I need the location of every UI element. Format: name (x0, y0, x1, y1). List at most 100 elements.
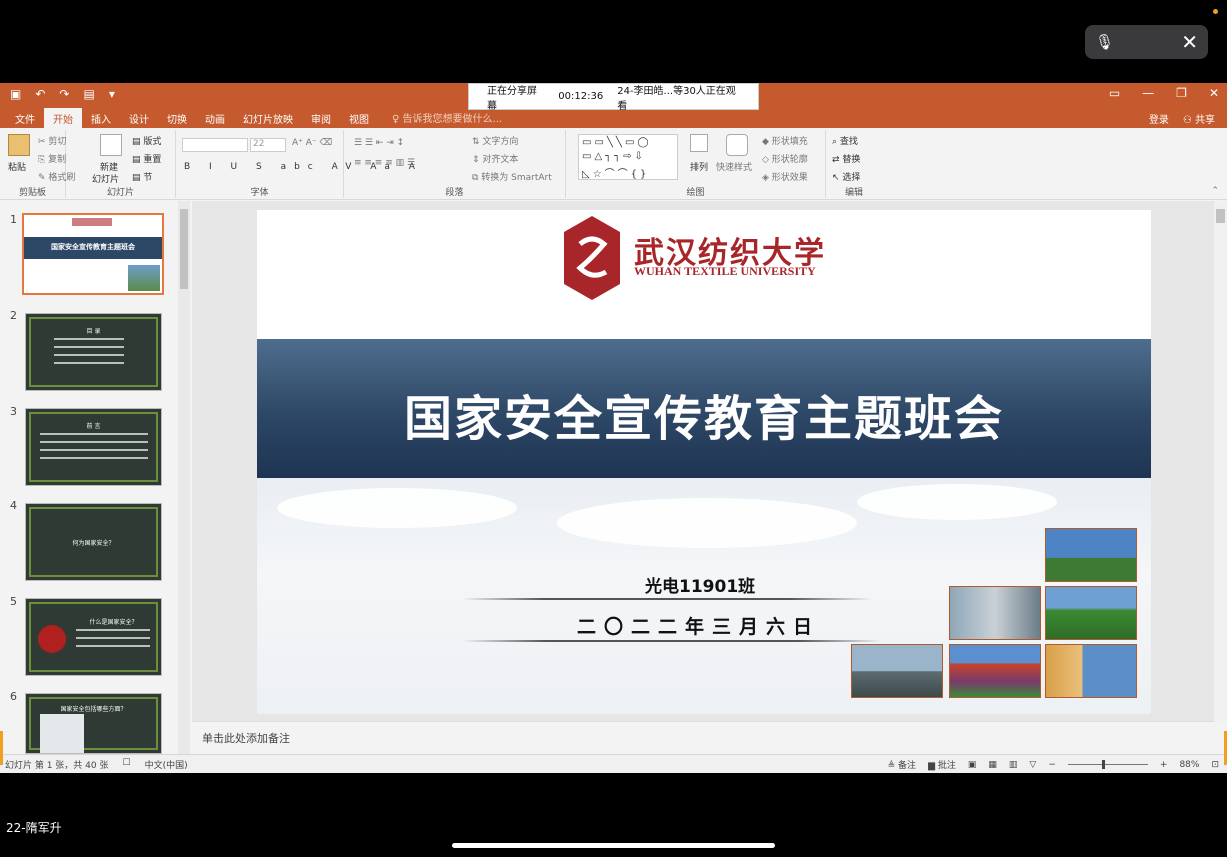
minimize-icon[interactable]: — (1142, 86, 1154, 100)
smartart-label: 转换为 SmartArt (481, 173, 552, 183)
shape-fill-label: 形状填充 (771, 137, 808, 147)
save-icon[interactable]: ▣ (10, 87, 21, 101)
find-button[interactable]: ⌕ 查找 (832, 134, 858, 147)
reset-button[interactable]: ▤ 重置 (132, 152, 161, 165)
slideshow-view-icon[interactable]: ▽ (1029, 760, 1036, 770)
collapse-ribbon-icon[interactable]: ⌃ (1211, 186, 1219, 196)
slide-thumbnail-3[interactable]: 前 言 (25, 408, 162, 486)
tab-file[interactable]: 文件 (6, 108, 44, 128)
notes-toggle[interactable]: ≜ 备注 (888, 758, 916, 771)
window-controls: ▭ — ❐ ✕ (1109, 86, 1219, 100)
quick-styles-button[interactable]: 快速样式 (716, 160, 752, 173)
slide-sorter-icon[interactable]: ▦ (988, 760, 997, 770)
shape-outline-button[interactable]: ◇ 形状轮廓 (762, 152, 808, 165)
notes-pane[interactable]: 单击此处添加备注 (192, 721, 1214, 754)
new-slide-button-line2[interactable]: 幻灯片 (92, 172, 119, 185)
shapes-row-2[interactable]: ▭△┐┐⇨⇩ (582, 151, 646, 162)
tab-design[interactable]: 设计 (120, 108, 158, 128)
close-icon[interactable]: ✕ (1181, 32, 1198, 52)
quick-styles-icon[interactable] (726, 134, 748, 156)
shape-outline-label: 形状轮廓 (771, 155, 808, 165)
normal-view-icon[interactable]: ▣ (968, 760, 977, 770)
campus-photo (1045, 644, 1137, 698)
tab-review[interactable]: 审阅 (302, 108, 340, 128)
drawing-label: 绘图 (686, 188, 705, 198)
copy-label: 复制 (48, 155, 67, 165)
share-button[interactable]: ⚇ 共享 (1183, 111, 1215, 126)
window-close-icon[interactable]: ✕ (1209, 86, 1219, 100)
thumb-logo (72, 218, 112, 226)
home-indicator[interactable] (452, 843, 775, 848)
copy-button[interactable]: ⎘ 复制 (38, 152, 66, 165)
zoom-slider[interactable] (1067, 760, 1148, 769)
microphone-icon[interactable]: 🎙 (1095, 33, 1114, 51)
zoom-level[interactable]: 88% (1179, 760, 1199, 770)
replace-button[interactable]: ⇄ 替换 (832, 152, 860, 165)
share-viewers[interactable]: 24-李田皓...等30人正在观看 (617, 82, 740, 112)
ribbon-tabs: 文件 开始 插入 设计 切换 动画 幻灯片放映 审阅 视图 ♀ 告诉我您想要做什… (0, 108, 1227, 128)
title-banner: 国家安全宣传教育主题班会 (257, 339, 1151, 478)
redo-icon[interactable]: ↷ (59, 87, 69, 101)
shapes-gallery[interactable]: ▭▭╲╲▭◯ ▭△┐┐⇨⇩ ◺☆⌒⌒{} (578, 134, 678, 180)
fit-to-window-icon[interactable]: ⊡ (1211, 760, 1219, 770)
zoom-slider-thumb[interactable] (1101, 760, 1105, 769)
tab-animations[interactable]: 动画 (196, 108, 234, 128)
tab-transitions[interactable]: 切换 (158, 108, 196, 128)
font-name-field[interactable] (182, 138, 248, 152)
section-button[interactable]: ▤ 节 (132, 170, 152, 183)
thumbnails-scrollbar[interactable] (178, 201, 190, 754)
comments-toggle[interactable]: ▆ 批注 (928, 758, 956, 771)
language-indicator[interactable]: 中文(中国) (145, 758, 188, 771)
select-label: 选择 (842, 173, 861, 183)
scroll-thumb[interactable] (180, 209, 188, 289)
font-size-field[interactable]: 22 (250, 138, 286, 152)
editing-group: ⌕ 查找 ⇄ 替换 ↖ 选择 编辑 (826, 130, 882, 198)
thumb-number: 3 (10, 405, 17, 418)
paste-button[interactable]: 粘贴 (8, 160, 26, 173)
cut-button[interactable]: ✂ 剪切 (38, 134, 66, 147)
slide-thumbnail-2[interactable]: 目 录 (25, 313, 162, 391)
slide-thumbnail-6[interactable]: 国家安全包括哪些方面？ (25, 693, 162, 754)
arrange-button[interactable]: 排列 (690, 160, 708, 173)
cut-label: 剪切 (48, 137, 67, 147)
paste-icon[interactable] (8, 134, 30, 156)
layout-button[interactable]: ▤ 版式 (132, 134, 161, 147)
text-direction-button[interactable]: ⇅ 文字方向 (472, 134, 518, 147)
slide-thumbnail-5[interactable]: 什么是国家安全？ (25, 598, 162, 676)
shape-fill-button[interactable]: ◆ 形状填充 (762, 134, 808, 147)
align-text-button[interactable]: ⇕ 对齐文本 (472, 152, 518, 165)
zoom-in-icon[interactable]: + (1160, 760, 1168, 770)
canvas-scrollbar[interactable] (1214, 201, 1227, 721)
restore-icon[interactable]: ❐ (1176, 86, 1187, 100)
tab-insert[interactable]: 插入 (82, 108, 120, 128)
spellcheck-icon[interactable]: ☐ (122, 758, 130, 771)
tab-view[interactable]: 视图 (340, 108, 378, 128)
select-button[interactable]: ↖ 选择 (832, 170, 860, 183)
list-buttons[interactable]: ☰ ☰ ⇤ ⇥ ↕ (354, 138, 404, 148)
thumb-title: 目 录 (86, 328, 101, 335)
new-slide-icon[interactable] (100, 134, 122, 156)
shapes-row-1[interactable]: ▭▭╲╲▭◯ (582, 137, 652, 148)
smartart-button[interactable]: ⧉ 转换为 SmartArt (472, 170, 552, 183)
undo-icon[interactable]: ↶ (35, 87, 45, 101)
shape-effects-button[interactable]: ◈ 形状效果 (762, 170, 808, 183)
zoom-out-icon[interactable]: − (1048, 760, 1056, 770)
slide-thumbnail-1[interactable]: 国家安全宣传教育主题班会 (22, 213, 164, 295)
tab-slideshow[interactable]: 幻灯片放映 (234, 108, 302, 128)
thumb-title: 前 言 (86, 423, 101, 430)
tab-home[interactable]: 开始 (44, 108, 82, 128)
slide-1[interactable]: 武汉纺织大学 WUHAN TEXTILE UNIVERSITY 国家安全宣传教育… (257, 210, 1151, 714)
present-icon[interactable]: ▤ (83, 87, 94, 101)
login-link[interactable]: 登录 (1149, 111, 1169, 126)
share-status: 正在分享屏幕 (487, 85, 537, 112)
grow-font-icon[interactable]: A⁺ A⁻ ⌫ (292, 138, 332, 148)
reading-view-icon[interactable]: ▥ (1009, 760, 1018, 770)
slide-thumbnail-4[interactable]: 何为国家安全？ (25, 503, 162, 581)
shapes-row-3[interactable]: ◺☆⌒⌒{} (582, 165, 649, 180)
scroll-thumb[interactable] (1216, 209, 1225, 223)
ribbon-display-icon[interactable]: ▭ (1109, 86, 1120, 100)
slide-date: 二〇二二年三月六日 (577, 616, 821, 638)
align-buttons[interactable]: ≡ ≡ ≡ ≡ ▥ ☰ (354, 158, 415, 168)
customize-qat-icon[interactable]: ▾ (109, 87, 115, 101)
arrange-icon[interactable] (690, 134, 708, 152)
